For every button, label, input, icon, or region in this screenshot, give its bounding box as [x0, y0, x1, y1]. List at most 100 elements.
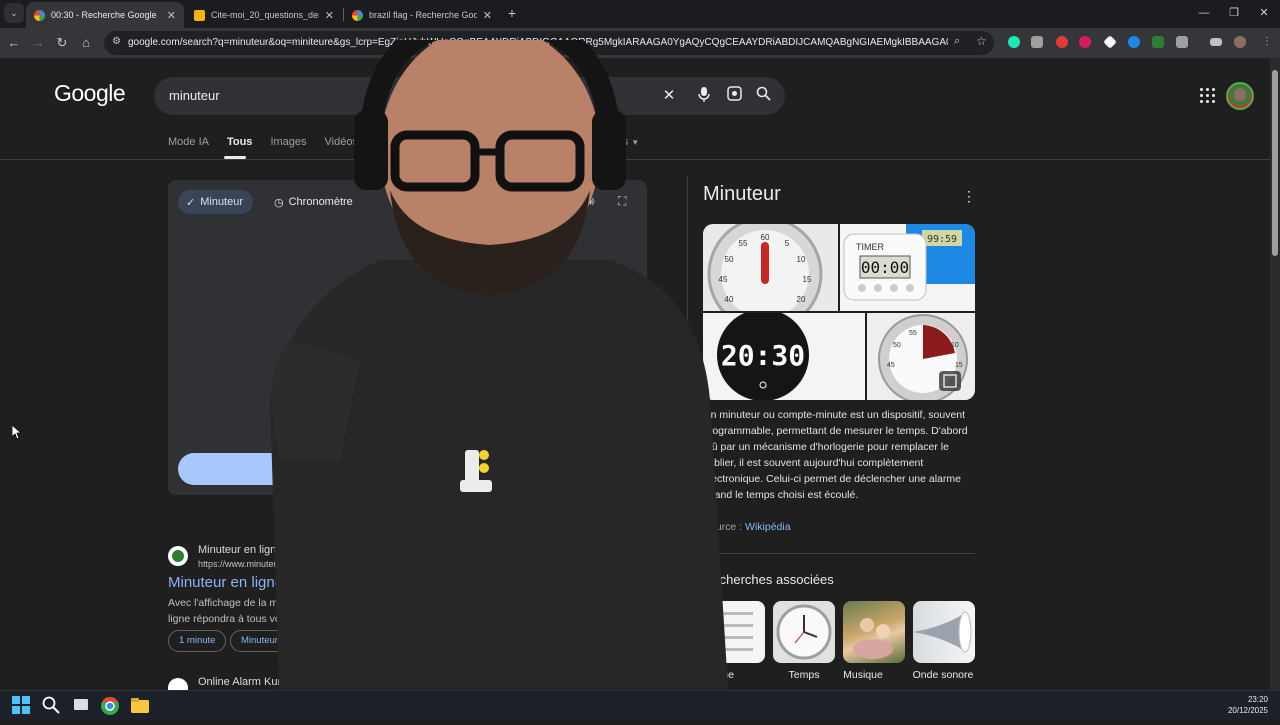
tab-tous[interactable]: Tous — [227, 136, 252, 156]
tab-brazil-flag[interactable]: brazil flag - Recherche Google ✕ — [344, 2, 500, 28]
digital-display: 20:30 — [721, 339, 805, 372]
result-site-name: Minuteur en ligne — [198, 544, 283, 556]
search-input[interactable]: minuteur — [169, 88, 220, 103]
menu-kebab-icon[interactable]: ⋮ — [1262, 36, 1272, 47]
tab-chronometre-label: Chronomètre — [288, 196, 353, 208]
task-view-icon[interactable] — [72, 696, 92, 716]
site-info-icon[interactable]: ⚙ — [112, 36, 121, 47]
kp-image-dial-timer[interactable]: 60 55 5 50 10 45 15 40 20 — [703, 224, 838, 311]
extension-pink-icon[interactable] — [1079, 36, 1091, 48]
microphone-icon[interactable] — [694, 86, 714, 106]
result-title-link[interactable]: Minuteur en ligne — [168, 574, 283, 591]
start-button[interactable] — [178, 453, 638, 485]
result-site-name: Online Alarm Kur — [198, 676, 282, 688]
google-favicon-icon — [34, 9, 45, 21]
reload-icon[interactable]: ↻ — [52, 33, 72, 53]
related-label[interactable]: Volume — [699, 669, 769, 681]
clear-icon[interactable]: ✕ — [659, 86, 679, 106]
tab-search-button[interactable]: ⌄ — [4, 3, 24, 23]
panel-divider — [703, 553, 975, 554]
google-apps-icon[interactable] — [1200, 88, 1216, 104]
close-window-icon[interactable]: ✕ — [1248, 4, 1280, 22]
kp-image-digital-timer[interactable]: 99:59 TIMER 00:00 — [840, 224, 975, 311]
tab-more[interactable]: us — [560, 136, 572, 148]
dial-number: 5 — [785, 239, 790, 248]
dial-number: 20 — [797, 295, 806, 304]
sitelink-chip[interactable]: 1 minute — [168, 630, 227, 652]
extension-red-icon[interactable] — [1056, 36, 1068, 48]
dial-number: 55 — [909, 330, 917, 337]
search-box[interactable]: minuteur ✕ — [154, 77, 785, 115]
restore-icon[interactable]: ❐ — [1218, 4, 1250, 22]
extension-teal-icon[interactable] — [1008, 36, 1020, 48]
minimize-icon[interactable]: — — [1188, 4, 1220, 22]
tab-videos[interactable]: Vidéos — [325, 136, 358, 156]
source-link[interactable]: Wikipédia — [745, 521, 791, 533]
zoom-icon[interactable]: ⌕ — [954, 35, 960, 48]
clock-icon: ◷ — [274, 196, 284, 209]
tab-images[interactable]: Images — [270, 136, 306, 156]
windows-taskbar: 23:20 20/12/2025 — [0, 690, 1280, 720]
close-icon[interactable]: ✕ — [167, 9, 176, 22]
related-image-temps[interactable] — [773, 601, 835, 663]
new-tab-button[interactable]: + — [502, 3, 522, 23]
extension-green-icon[interactable] — [1152, 36, 1164, 48]
tools-button[interactable]: Outils ▼ — [600, 136, 639, 148]
address-bar[interactable]: ⚙ google.com/search?q=minuteur&oq=minite… — [104, 31, 994, 55]
tab-label: 00:30 - Recherche Google — [51, 10, 157, 20]
related-label[interactable]: Onde sonore — [908, 669, 978, 681]
back-icon[interactable]: ← — [4, 33, 24, 53]
scrollbar-thumb[interactable] — [1272, 70, 1278, 256]
close-icon[interactable]: ✕ — [483, 9, 492, 22]
related-label[interactable]: Musique — [828, 669, 898, 681]
dial-number: 55 — [739, 239, 748, 248]
fullscreen-icon[interactable]: ⛶ — [618, 194, 626, 209]
tab-mode-ia[interactable]: Mode IA — [168, 136, 209, 156]
tab-google-timer[interactable]: 00:30 - Recherche Google ✕ — [26, 2, 184, 28]
search-icon[interactable] — [753, 86, 773, 106]
browser-toolbar: ← → ↻ ⌂ ⚙ google.com/search?q=minuteur&o… — [0, 28, 1280, 58]
dial-number: 5 — [935, 330, 939, 337]
file-explorer-icon[interactable] — [130, 696, 150, 716]
forward-icon[interactable]: → — [28, 33, 48, 53]
google-results-page: Google minuteur ✕ Mode IA Tous Images Vi… — [0, 58, 1270, 690]
taskbar-clock[interactable]: 23:20 20/12/2025 — [1228, 694, 1268, 716]
extension-blue-icon[interactable] — [1128, 36, 1140, 48]
bookmark-star-icon[interactable]: ☆ — [976, 34, 987, 48]
related-image-volume[interactable] — [703, 601, 765, 663]
search-nav: Mode IA Tous Images Vidéos — [168, 136, 376, 156]
close-icon[interactable]: ✕ — [325, 9, 334, 22]
home-icon[interactable]: ⌂ — [76, 33, 96, 53]
timer-widget: ✓ Minuteur ◷ Chronomètre 🔊︎ ⛶ — [168, 180, 647, 495]
result-url-text: https://www.minuteur-en-ligne.fr — [198, 559, 325, 569]
related-image-onde-sonore[interactable] — [913, 601, 975, 663]
account-avatar[interactable] — [1226, 82, 1254, 110]
tab-chronometre[interactable]: ◷ Chronomètre — [266, 190, 361, 214]
dial-number: 50 — [725, 255, 734, 264]
tab-label: Cite-moi_20_questions_design_ — [211, 10, 319, 20]
page-scrollbar[interactable] — [1270, 58, 1280, 690]
profile-avatar-icon[interactable] — [1234, 36, 1246, 48]
windows-start-icon[interactable] — [12, 696, 32, 716]
sitelink-chip[interactable]: Minuteur, 3 minutes — [230, 630, 335, 652]
panel-divider — [687, 176, 688, 690]
chrome-icon[interactable] — [100, 696, 120, 716]
result-snippet: ligne répondra à tous vos besoins. — [168, 613, 328, 625]
tab-cite-moi[interactable]: Cite-moi_20_questions_design_ ✕ — [186, 2, 342, 28]
knowledge-panel-source: Source : Wikipédia — [703, 521, 791, 533]
more-options-icon[interactable]: ⋮ — [962, 188, 976, 205]
search-icon[interactable] — [42, 696, 62, 716]
clock-date: 20/12/2025 — [1227, 706, 1268, 715]
related-image-musique[interactable] — [843, 601, 905, 663]
tab-minuteur[interactable]: ✓ Minuteur — [178, 190, 254, 214]
volume-icon[interactable]: 🔊︎ — [587, 194, 595, 209]
kp-image-red-dial[interactable]: 55 5 10 50 15 45 — [867, 313, 975, 400]
extensions-puzzle-icon[interactable] — [1176, 36, 1188, 48]
kp-image-black-timer[interactable]: 20:30 — [703, 313, 865, 400]
google-logo[interactable]: Google — [54, 80, 126, 107]
extension-diamond-icon[interactable] — [1103, 35, 1117, 49]
reading-list-icon[interactable] — [1210, 38, 1222, 46]
extension-camera-icon[interactable] — [1031, 36, 1043, 48]
lens-camera-icon[interactable] — [724, 86, 744, 106]
more-options-icon[interactable]: ⋮ — [335, 559, 344, 569]
